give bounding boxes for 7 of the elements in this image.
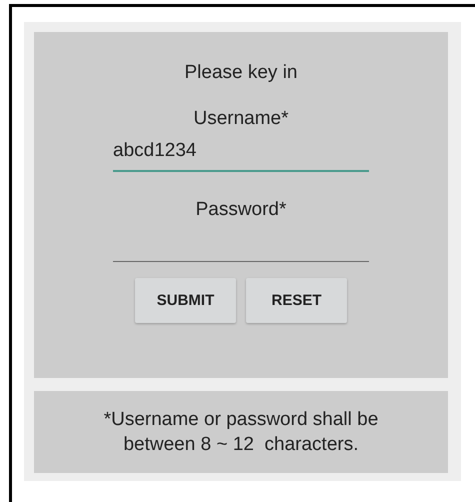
note-text: *Username or password shall be between 8 ~ 12 characters.	[104, 408, 378, 457]
field-label: Password*	[196, 199, 286, 221]
input-field[interactable]: abcd1234	[113, 136, 369, 172]
reset-button[interactable]: RESET	[246, 278, 347, 323]
submit-button[interactable]: SUBMIT	[135, 278, 236, 323]
form-heading: Please key in	[184, 62, 298, 84]
field-label: Username*	[193, 108, 289, 130]
